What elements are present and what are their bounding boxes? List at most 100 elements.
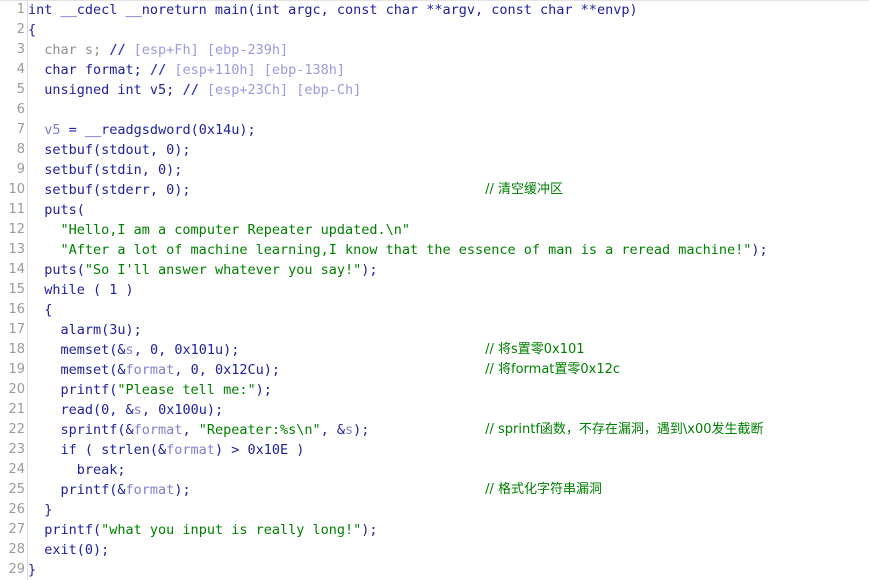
code-line[interactable]: 15 while ( 1 ) <box>0 280 869 300</box>
code-line[interactable]: 7 v5 = __readgsdword(0x14u); <box>0 120 869 140</box>
line-number: 5 <box>16 82 25 97</box>
code-line-text[interactable]: puts("So I'll answer whatever you say!")… <box>28 260 377 280</box>
code-line-text[interactable]: unsigned int v5; // [esp+23Ch] [ebp-Ch] <box>28 80 361 100</box>
code-line[interactable]: 2{ <box>0 20 869 40</box>
code-token-lvar: format <box>166 442 215 458</box>
code-line-text[interactable]: break; <box>28 460 126 480</box>
code-token-lvar: s <box>125 342 134 358</box>
code-token-fn: while ( 1 ) <box>28 282 134 298</box>
code-line[interactable]: 6 <box>0 100 869 120</box>
code-token-fn: int __cdecl __noreturn main(int argc, co… <box>28 2 638 18</box>
code-line[interactable]: 13 "After a lot of machine learning,I kn… <box>0 240 869 260</box>
code-line-text[interactable]: puts( <box>28 200 85 220</box>
code-line[interactable]: 27 printf("what you input is really long… <box>0 520 869 540</box>
code-line[interactable]: 29} <box>0 560 869 580</box>
code-token-fn: } <box>28 562 37 578</box>
code-line-text[interactable]: read(0, &s, 0x100u); <box>28 400 224 420</box>
inline-comment: // 格式化字符串漏洞 <box>485 482 603 497</box>
code-line[interactable]: 28 exit(0); <box>0 540 869 560</box>
code-line-text[interactable]: printf(&format); <box>28 480 191 500</box>
code-line[interactable]: 11 puts( <box>0 200 869 220</box>
inline-comment: // 将format置零0x12c <box>485 362 621 377</box>
line-number: 29 <box>8 562 25 577</box>
line-number: 28 <box>8 542 25 557</box>
code-line[interactable]: 20 printf("Please tell me:"); <box>0 380 869 400</box>
code-line[interactable]: 1 int __cdecl __noreturn main(int argc, c… <box>0 0 869 20</box>
code-line-text[interactable]: if ( strlen(&format) > 0x10E ) <box>28 440 305 460</box>
line-number: 9 <box>16 162 25 177</box>
code-token-fn: ); <box>255 382 272 398</box>
code-line-text[interactable]: exit(0); <box>28 540 109 560</box>
line-number: 3 <box>16 42 25 57</box>
code-line-text[interactable]: } <box>28 500 52 520</box>
code-token-fn: ); <box>751 242 768 258</box>
code-line-text[interactable]: int __cdecl __noreturn main(int argc, co… <box>28 0 638 20</box>
code-line-text[interactable]: printf("Please tell me:"); <box>28 380 272 400</box>
code-token-fn <box>28 222 61 238</box>
inline-comment: // 将s置零0x101 <box>485 342 585 357</box>
code-line-text[interactable]: char s; // [esp+Fh] [ebp-239h] <box>28 40 288 60</box>
code-line[interactable]: 4 char format; // [esp+110h] [ebp-138h] <box>0 60 869 80</box>
code-line-text[interactable]: } <box>28 560 36 580</box>
line-number: 23 <box>8 442 25 457</box>
code-token-fn: read(0, & <box>28 402 134 418</box>
code-token-fn: setbuf(stdout, 0); <box>28 142 191 158</box>
code-line-text[interactable]: sprintf(&format, "Repeater:%s\n", &s); <box>28 420 370 440</box>
code-line[interactable]: 19 memset(&format, 0, 0x12Cu); // 将format… <box>0 360 869 380</box>
line-number: 27 <box>8 522 25 537</box>
code-line[interactable]: 9 setbuf(stdin, 0); <box>0 160 869 180</box>
code-line-text[interactable]: printf("what you input is really long!")… <box>28 520 377 540</box>
code-token-fn: = __readgsdword(0x14u); <box>60 122 256 138</box>
pseudocode-code-view[interactable]: 1 int __cdecl __noreturn main(int argc, c… <box>0 0 869 580</box>
code-line[interactable]: 21 read(0, &s, 0x100u); <box>0 400 869 420</box>
code-line[interactable]: 22 sprintf(&format, "Repeater:%s\n", &s)… <box>0 420 869 440</box>
code-line-text[interactable]: memset(&format, 0, 0x12Cu); <box>28 360 281 380</box>
code-line[interactable]: 26 } <box>0 500 869 520</box>
code-token-stkoff: [esp+110h] [ebp-138h] <box>174 62 345 78</box>
code-line-text[interactable]: setbuf(stdin, 0); <box>28 160 182 180</box>
code-token-dim: char s; <box>28 42 110 58</box>
code-line[interactable]: 8 setbuf(stdout, 0); <box>0 140 869 160</box>
code-line-text[interactable]: "After a lot of machine learning,I know … <box>28 240 768 260</box>
line-number: 15 <box>8 282 25 297</box>
code-line[interactable]: 14 puts("So I'll answer whatever you say… <box>0 260 869 280</box>
code-token-fn: , 0, 0x12Cu); <box>174 362 280 378</box>
code-token-fn: printf(& <box>28 482 126 498</box>
code-line[interactable]: 24 break; <box>0 460 869 480</box>
code-line-text[interactable]: setbuf(stdout, 0); <box>28 140 191 160</box>
code-token-lvar: v5 <box>44 122 61 138</box>
code-line-text[interactable]: alarm(3u); <box>28 320 142 340</box>
code-line[interactable]: 3 char s; // [esp+Fh] [ebp-239h] <box>0 40 869 60</box>
code-lines-container[interactable]: 1 int __cdecl __noreturn main(int argc, c… <box>0 0 869 580</box>
code-token-lvar: s <box>345 422 354 438</box>
code-token-fn: , & <box>320 422 346 438</box>
line-number: 21 <box>8 402 25 417</box>
code-line-text[interactable]: memset(&s, 0, 0x101u); <box>28 340 240 360</box>
line-number: 7 <box>16 122 25 137</box>
line-number: 25 <box>8 482 25 497</box>
code-token-fn: , <box>182 422 199 438</box>
code-line-text[interactable]: { <box>28 20 36 40</box>
code-line-text[interactable]: setbuf(stderr, 0); <box>28 180 190 200</box>
code-token-fn: memset(& <box>28 342 126 358</box>
line-number: 10 <box>8 182 25 197</box>
code-line[interactable]: 12 "Hello,I am a computer Repeater updat… <box>0 220 869 240</box>
code-line-text[interactable]: v5 = __readgsdword(0x14u); <box>28 120 256 140</box>
code-line[interactable]: 18 memset(&s, 0, 0x101u); // 将s置零0x101 <box>0 340 869 360</box>
code-line[interactable]: 25 printf(&format); // 格式化字符串漏洞 <box>0 480 869 500</box>
code-line[interactable]: 17 alarm(3u); <box>0 320 869 340</box>
code-line[interactable]: 5 unsigned int v5; // [esp+23Ch] [ebp-Ch… <box>0 80 869 100</box>
line-number: 14 <box>8 262 25 277</box>
code-line[interactable]: 10 setbuf(stderr, 0); // 清空缓冲区 <box>0 180 869 200</box>
code-token-stkoff: [esp+Fh] [ebp-239h] <box>133 42 289 58</box>
code-line[interactable]: 16 { <box>0 300 869 320</box>
code-line[interactable]: 23 if ( strlen(&format) > 0x10E ) <box>0 440 869 460</box>
code-token-slash: // <box>149 62 175 78</box>
line-number: 19 <box>8 362 25 377</box>
code-line-text[interactable]: "Hello,I am a computer Repeater updated.… <box>28 220 411 240</box>
code-token-fn: puts( <box>28 202 85 218</box>
line-number: 1 <box>16 2 25 17</box>
code-line-text[interactable]: { <box>28 300 52 320</box>
code-line-text[interactable]: while ( 1 ) <box>28 280 134 300</box>
code-line-text[interactable]: char format; // [esp+110h] [ebp-138h] <box>28 60 345 80</box>
